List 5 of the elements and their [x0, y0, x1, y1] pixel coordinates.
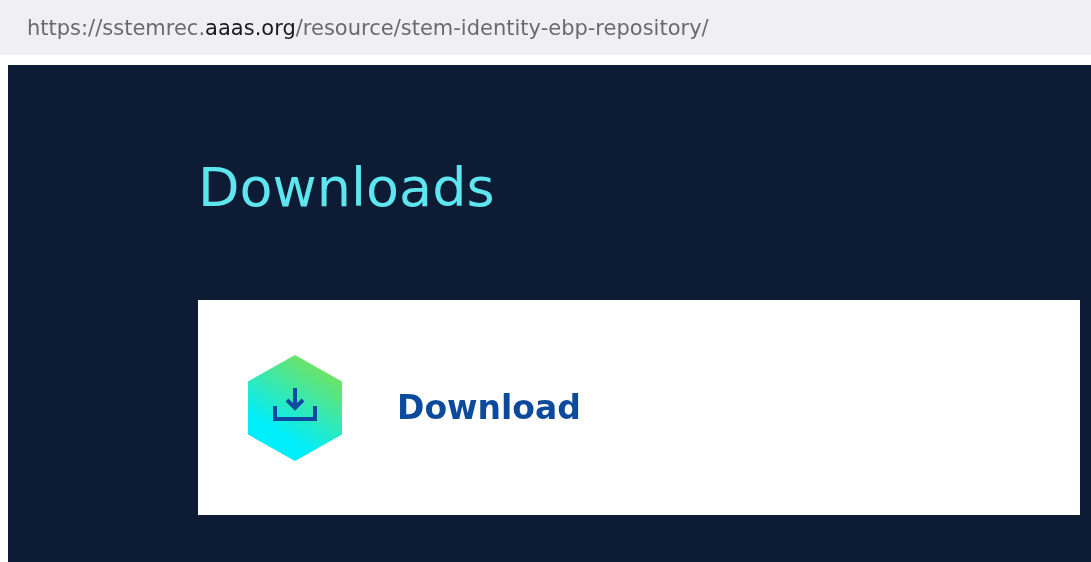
download-link[interactable]: Download: [397, 388, 581, 427]
section-heading: Downloads: [198, 155, 496, 221]
download-icon: [248, 354, 342, 461]
url-text: https://sstemrec.aaas.org/resource/stem-identity-ebp-repository/: [27, 15, 709, 40]
address-bar[interactable]: https://sstemrec.aaas.org/resource/stem-identity-ebp-repository/: [0, 0, 1091, 55]
